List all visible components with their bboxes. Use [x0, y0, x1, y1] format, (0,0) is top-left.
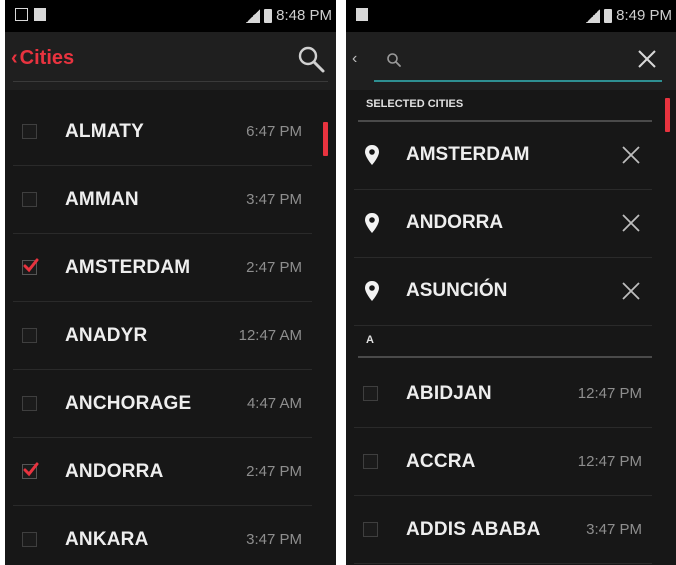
section-header-letter: A: [358, 328, 652, 358]
list-item[interactable]: ANDORRA 2:47 PM: [5, 438, 336, 506]
city-time: 2:47 PM: [246, 463, 302, 480]
status-time: 8:48 PM: [276, 7, 332, 24]
remove-city-close-icon[interactable]: [620, 280, 642, 302]
search-bar: ‹: [346, 32, 676, 90]
location-pin-icon: [365, 145, 379, 165]
city-name: ADDIS ABABA: [406, 519, 541, 540]
list-item[interactable]: ADDIS ABABA 3:47 PM: [346, 496, 676, 564]
scrollbar[interactable]: [665, 98, 670, 132]
city-time: 4:47 AM: [246, 395, 302, 412]
city-name: ALMATY: [65, 121, 144, 142]
status-bar: 8:49 PM: [346, 0, 676, 32]
city-time: 6:47 PM: [246, 123, 302, 140]
city-list[interactable]: ABIDJAN 12:47 PM ACCRA 12:47 PM ADDIS ABABA 3…: [346, 360, 676, 565]
list-item[interactable]: AMMAN 3:47 PM: [5, 166, 336, 234]
city-time: 12:47 AM: [238, 327, 302, 344]
location-pin-icon: [365, 281, 379, 301]
city-name: AMSTERDAM: [406, 144, 530, 165]
divider: [13, 81, 328, 82]
city-name: ASUNCIÓN: [406, 280, 508, 301]
city-time: 12:47 PM: [577, 453, 642, 470]
city-checkbox[interactable]: [22, 192, 37, 207]
city-name: ACCRA: [406, 451, 476, 472]
battery-icon: [264, 8, 273, 23]
city-name: ANADYR: [65, 325, 148, 346]
city-time: 3:47 PM: [586, 521, 642, 538]
back-chevron-icon[interactable]: ‹: [352, 50, 357, 68]
list-item[interactable]: ANADYR 12:47 AM: [5, 302, 336, 370]
section-label: SELECTED CITIES: [366, 98, 464, 110]
city-name: AMMAN: [65, 189, 139, 210]
city-checkbox[interactable]: [22, 532, 37, 547]
list-item[interactable]: ABIDJAN 12:47 PM: [346, 360, 676, 428]
city-search-screen: 8:49 PM ‹ SELECTED CITIES AMSTERDAM ANDOR…: [346, 0, 676, 565]
status-bar: 8:48 PM: [5, 0, 336, 32]
city-time: 12:47 PM: [577, 385, 642, 402]
selected-city-list[interactable]: AMSTERDAM ANDORRA ASUNCIÓN: [346, 122, 676, 326]
city-time: 2:47 PM: [246, 259, 302, 276]
close-icon[interactable]: [636, 48, 658, 70]
app-bar: ‹ Cities: [5, 32, 336, 90]
notification-icon: [34, 8, 46, 21]
section-underline: [358, 356, 652, 358]
selected-city-item[interactable]: ASUNCIÓN: [346, 258, 676, 326]
notification-icon: [15, 8, 28, 21]
city-name: ANCHORAGE: [65, 393, 192, 414]
list-item[interactable]: ANKARA 3:47 PM: [5, 506, 336, 565]
remove-city-close-icon[interactable]: [620, 212, 642, 234]
list-item[interactable]: AMSTERDAM 2:47 PM: [5, 234, 336, 302]
city-checkbox[interactable]: [22, 462, 39, 479]
city-checkbox[interactable]: [22, 258, 39, 275]
search-field[interactable]: [374, 42, 662, 82]
city-time: 3:47 PM: [246, 191, 302, 208]
scrollbar[interactable]: [323, 122, 328, 156]
city-checkbox[interactable]: [22, 124, 37, 139]
list-item[interactable]: ANCHORAGE 4:47 AM: [5, 370, 336, 438]
selected-city-item[interactable]: AMSTERDAM: [346, 122, 676, 190]
section-label: A: [366, 334, 374, 346]
page-title: Cities: [19, 47, 75, 69]
city-name: ANDORRA: [65, 461, 164, 482]
city-name: AMSTERDAM: [65, 257, 191, 278]
remove-city-close-icon[interactable]: [620, 144, 642, 166]
city-list[interactable]: ALMATY 6:47 PM AMMAN 3:47 PM AMSTERDAM 2:47 P…: [5, 98, 336, 565]
signal-icon: [586, 8, 601, 23]
divider: [354, 563, 652, 564]
signal-icon: [246, 8, 261, 23]
list-item[interactable]: ALMATY 6:47 PM: [5, 98, 336, 166]
chevron-left-icon: ‹: [11, 47, 18, 69]
search-icon: [387, 53, 401, 67]
city-checkbox[interactable]: [363, 386, 378, 401]
city-checkbox[interactable]: [22, 328, 37, 343]
section-header-selected: SELECTED CITIES: [358, 92, 652, 122]
back-button[interactable]: ‹ Cities: [11, 47, 74, 70]
city-time: 3:47 PM: [246, 531, 302, 548]
city-checkbox[interactable]: [363, 522, 378, 537]
city-name: ABIDJAN: [406, 383, 492, 404]
notification-icon: [356, 8, 368, 21]
selected-city-item[interactable]: ANDORRA: [346, 190, 676, 258]
city-checkbox[interactable]: [22, 396, 37, 411]
search-input[interactable]: [414, 50, 618, 74]
location-pin-icon: [365, 213, 379, 233]
list-item[interactable]: ACCRA 12:47 PM: [346, 428, 676, 496]
status-time: 8:49 PM: [616, 7, 672, 24]
battery-icon: [604, 8, 613, 23]
city-name: ANDORRA: [406, 212, 504, 233]
divider: [354, 325, 652, 326]
cities-screen: 8:48 PM ‹ Cities ALMATY 6:47 PM AMMAN 3:47 …: [5, 0, 336, 565]
search-icon[interactable]: [296, 44, 326, 74]
city-name: ANKARA: [65, 529, 149, 550]
city-checkbox[interactable]: [363, 454, 378, 469]
